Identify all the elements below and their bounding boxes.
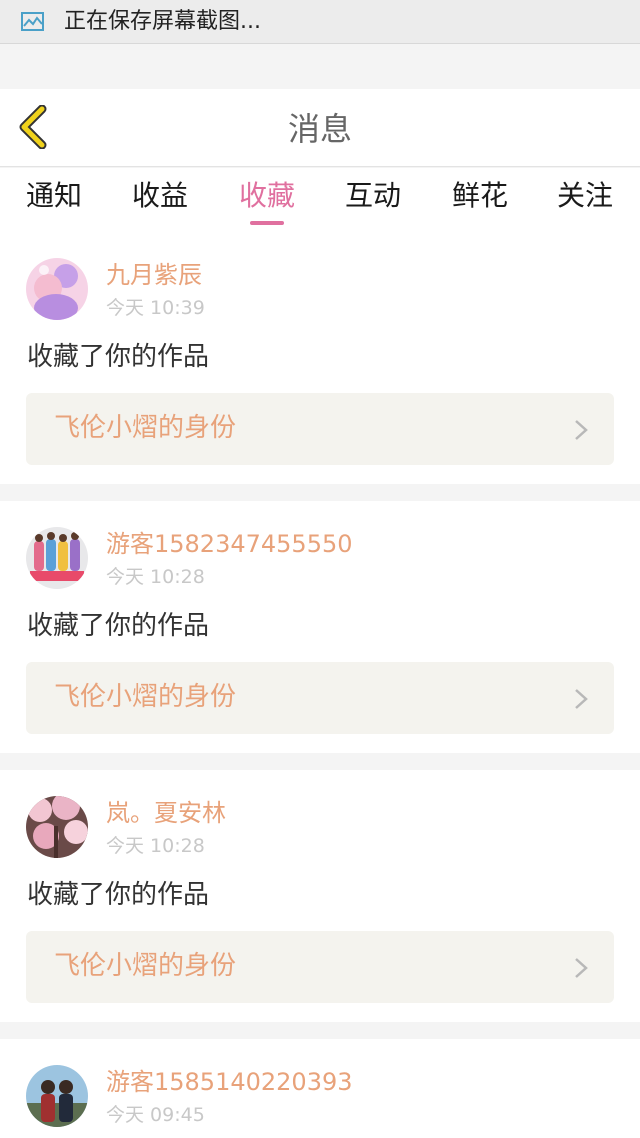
spacer: [0, 45, 640, 89]
chevron-right-icon: [575, 689, 588, 709]
work-link[interactable]: 飞伦小熠的身份: [26, 931, 614, 1003]
tab-follows[interactable]: 关注: [535, 178, 635, 228]
message-card: 游客1582347455550 今天 10:28 收藏了你的作品 飞伦小熠的身份: [0, 501, 640, 753]
header: 消息: [0, 89, 640, 167]
avatar[interactable]: [26, 1065, 88, 1127]
active-tab-indicator: [250, 221, 284, 225]
status-text: 正在保存屏幕截图...: [64, 9, 261, 34]
chevron-right-icon: [575, 420, 588, 440]
work-title: 飞伦小熠的身份: [54, 951, 237, 981]
work-title: 飞伦小熠的身份: [54, 682, 237, 712]
work-link[interactable]: 飞伦小熠的身份: [26, 393, 614, 465]
avatar[interactable]: [26, 258, 88, 320]
work-title: 飞伦小熠的身份: [54, 413, 237, 443]
action-text: 收藏了你的作品: [27, 611, 210, 641]
action-text: 收藏了你的作品: [27, 880, 210, 910]
cherry-blossom-avatar-image: [26, 796, 88, 858]
group-photo-avatar-image: [26, 527, 88, 589]
username[interactable]: 九月紫辰: [106, 260, 202, 290]
tab-interactions[interactable]: 互动: [323, 178, 423, 228]
screenshot-icon: [21, 12, 44, 31]
action-text: 收藏了你的作品: [27, 342, 210, 372]
status-bar: 正在保存屏幕截图...: [0, 0, 640, 44]
work-link[interactable]: 飞伦小熠的身份: [26, 662, 614, 734]
anime-girl-avatar-image: [26, 258, 88, 320]
avatar[interactable]: [26, 796, 88, 858]
timestamp: 今天 10:28: [106, 566, 205, 588]
tab-flowers[interactable]: 鲜花: [430, 178, 530, 228]
username[interactable]: 游客1585140220393: [106, 1067, 353, 1097]
tab-bar: 通知 收益 收藏 互动 鲜花 关注: [0, 168, 640, 232]
tab-earnings[interactable]: 收益: [110, 178, 210, 228]
message-card: 岚。夏安林 今天 10:28 收藏了你的作品 飞伦小熠的身份: [0, 770, 640, 1022]
timestamp: 今天 09:45: [106, 1104, 205, 1126]
chevron-right-icon: [575, 958, 588, 978]
avatar[interactable]: [26, 527, 88, 589]
couple-photo-avatar-image: [26, 1065, 88, 1127]
username[interactable]: 岚。夏安林: [106, 798, 226, 828]
message-card: 游客1585140220393 今天 09:45: [0, 1039, 640, 1138]
timestamp: 今天 10:28: [106, 835, 205, 857]
username[interactable]: 游客1582347455550: [106, 529, 353, 559]
tab-notifications[interactable]: 通知: [4, 178, 104, 228]
page-title: 消息: [287, 110, 352, 148]
message-card: 九月紫辰 今天 10:39 收藏了你的作品 飞伦小熠的身份: [0, 232, 640, 484]
timestamp: 今天 10:39: [106, 297, 205, 319]
